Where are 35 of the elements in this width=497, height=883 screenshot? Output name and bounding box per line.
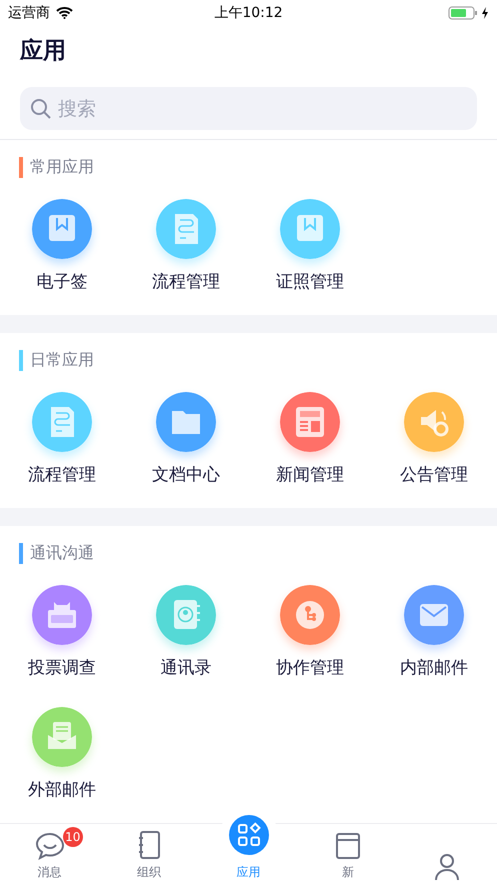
unread-count-badge: 10 [62,827,83,847]
search-field[interactable]: 搜索 [20,87,477,130]
tab-item[interactable]: 消息 10 [0,824,100,883]
app-button[interactable]: 流程管理 [0,392,124,486]
section-title: 通讯沟通 [30,542,94,564]
app-button[interactable]: 公告管理 [372,392,496,486]
tab-item[interactable]: 组织 [99,824,199,883]
tab-label: 应用 [236,864,261,881]
tab-label: 新 [342,864,354,881]
tab-label: 消息 [38,864,62,881]
app-button[interactable]: 通讯录 [124,585,248,679]
carrier-name: 运营商 [8,4,50,22]
app-button[interactable]: 内部邮件 [372,585,496,679]
tab-label: 组织 [137,864,162,881]
app-button[interactable]: 证照管理 [248,199,372,293]
app-button[interactable]: 外部邮件 [0,707,124,801]
app-button[interactable]: 投票调查 [0,585,124,679]
window-icon [334,832,361,860]
app-button[interactable]: 文档中心 [124,392,248,486]
notebook-icon [137,830,162,860]
app-button[interactable]: 新闻管理 [248,392,372,486]
page-title: 应用 [20,37,67,66]
chat-icon [34,832,65,860]
wifi-icon [56,7,73,19]
section-title: 常用应用 [30,156,94,178]
charging-bolt-icon [481,7,490,19]
app-button[interactable]: 电子签 [0,199,124,293]
clock-time: 上午10:12 [214,4,283,22]
search-icon [30,98,52,120]
app-button[interactable]: 协作管理 [248,585,372,679]
section-title: 日常应用 [30,350,94,370]
person-icon [434,853,460,881]
app-button[interactable]: 流程管理 [124,199,248,293]
battery-icon [448,6,478,20]
tab-item[interactable]: 新 [298,824,398,883]
